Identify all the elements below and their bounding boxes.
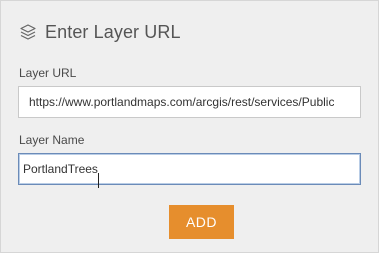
layer-name-label: Layer Name [19,133,85,147]
layer-url-input[interactable]: https://www.portlandmaps.com/arcgis/rest… [18,86,361,118]
layer-url-label: Layer URL [19,66,77,80]
enter-layer-url-panel: Enter Layer URL Layer URL https://www.po… [0,0,379,253]
panel-header: Enter Layer URL [19,19,181,45]
layer-name-value: PortlandTrees [23,162,98,176]
layer-url-value: https://www.portlandmaps.com/arcgis/rest… [29,95,335,109]
panel-title: Enter Layer URL [45,21,181,42]
text-caret [97,173,99,189]
add-button[interactable]: ADD [169,205,234,239]
layers-icon [19,23,37,41]
layer-name-input[interactable]: PortlandTrees [18,153,361,189]
